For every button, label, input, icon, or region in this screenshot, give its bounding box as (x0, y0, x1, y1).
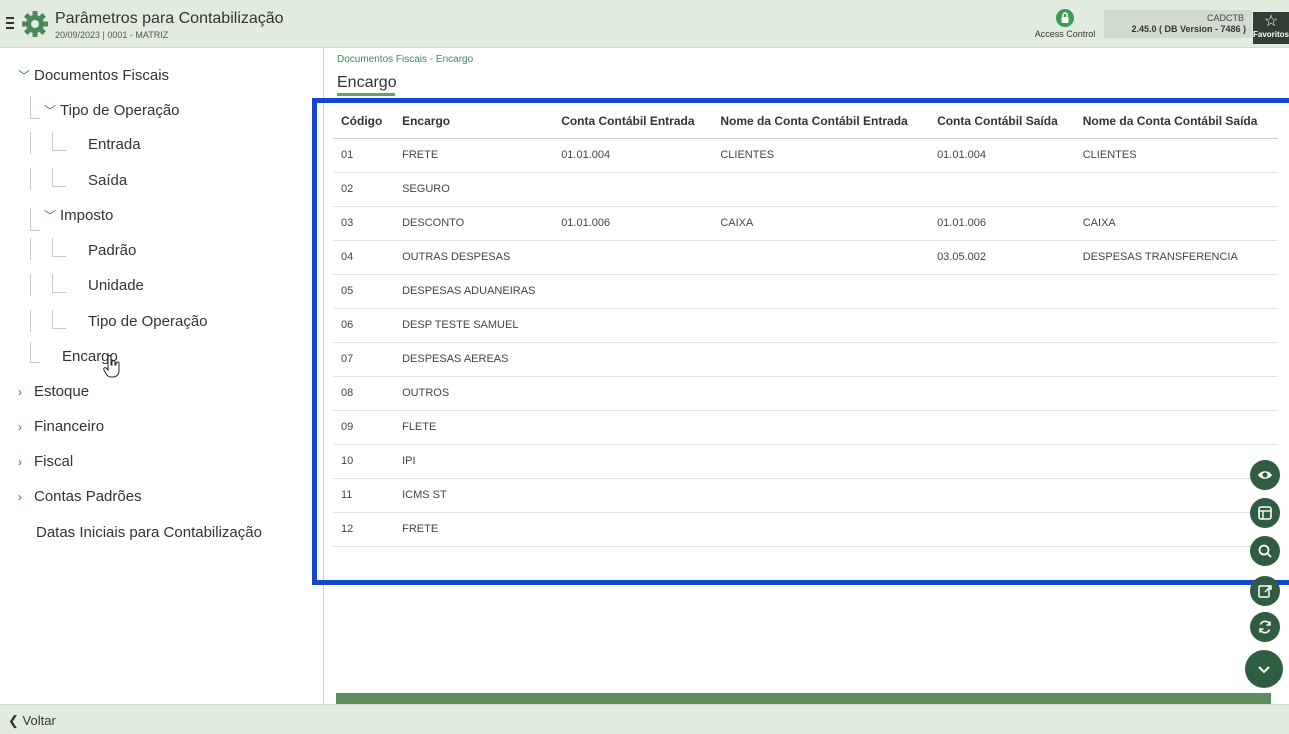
program-code: CADCTB (1206, 13, 1244, 23)
header-bar: Parâmetros para Contabilização 20/09/202… (0, 0, 1289, 48)
chevron-down-icon: ﹀ (44, 104, 57, 118)
tree-guide (30, 342, 31, 362)
back-button[interactable]: ❮ Voltar (8, 713, 56, 729)
favorites-button[interactable]: ☆ Favoritos (1253, 12, 1289, 44)
tree-item-label: Contas Padrões (34, 488, 142, 505)
chevron-right-icon: › (18, 490, 22, 504)
tree-item-label: Padrão (88, 242, 137, 259)
access-control-label: Access Control (1034, 29, 1096, 39)
tree-guide (52, 274, 53, 292)
layout-button[interactable] (1250, 498, 1280, 528)
search-button[interactable] (1250, 536, 1280, 566)
footer-bar: ❮ Voltar (0, 704, 1289, 734)
tree-item-label: Documentos Fiscais (34, 67, 170, 84)
tree-item-label: Entrada (88, 136, 141, 153)
tree-guide (52, 256, 66, 257)
tree-item-tipo-de-operacao-imposto[interactable]: Tipo de Operação (88, 311, 208, 333)
lock-icon (1056, 9, 1074, 27)
tree-guide (30, 132, 31, 154)
access-control-button[interactable]: Access Control (1030, 9, 1100, 45)
tree-item-label: Imposto (60, 207, 114, 224)
export-button[interactable] (1250, 576, 1280, 606)
search-icon (1258, 544, 1272, 558)
chevron-down-icon (1258, 666, 1270, 674)
tree-guide (30, 310, 31, 332)
sidebar-tree: ﹀ Documentos Fiscais ﹀ Tipo de Operação En… (0, 48, 324, 704)
tree-guide (52, 186, 66, 187)
version-badge: CADCTB 2.45.0 ( DB Version - 7486 ) (1104, 10, 1252, 38)
tree-guide (30, 118, 40, 119)
tree-item-saida[interactable]: Saída (88, 170, 127, 192)
tree-item-label: Unidade (88, 277, 144, 294)
refresh-button[interactable] (1250, 612, 1280, 642)
version-text: 2.45.0 ( DB Version - 7486 ) (1131, 24, 1246, 34)
tree-item-imposto[interactable]: ﹀ Imposto (44, 205, 113, 227)
chevron-left-icon: ❮ (8, 713, 19, 728)
tree-item-label: Tipo de Operação (88, 313, 208, 330)
tree-item-datas-iniciais[interactable]: Datas Iniciais para Contabilização (36, 522, 262, 544)
tree-guide (30, 208, 31, 230)
app-window: Parâmetros para Contabilização 20/09/202… (0, 0, 1289, 734)
expand-actions-button[interactable] (1245, 650, 1283, 688)
app-title: Parâmetros para Contabilização (55, 10, 284, 27)
tree-item-financeiro[interactable]: › Financeiro (18, 416, 104, 438)
refresh-icon (1259, 620, 1271, 634)
chevron-down-icon: ﹀ (18, 69, 31, 83)
tree-guide (30, 274, 31, 296)
chevron-right-icon: › (18, 455, 22, 469)
page-title: Encargo (337, 74, 397, 91)
star-icon: ☆ (1263, 13, 1279, 30)
breadcrumb[interactable]: Documentos Fiscais - Encargo (337, 54, 473, 65)
tree-item-tipo-de-operacao[interactable]: ﹀ Tipo de Operação (44, 100, 180, 122)
tree-item-entrada[interactable]: Entrada (88, 134, 141, 156)
chevron-down-icon: ﹀ (44, 209, 57, 223)
tree-guide (30, 96, 31, 118)
tree-item-padrao[interactable]: Padrão (88, 240, 136, 262)
tree-guide (52, 310, 53, 328)
tree-guide (30, 362, 40, 363)
tree-guide (52, 168, 53, 186)
menu-icon[interactable] (6, 17, 14, 29)
tree-guide (30, 168, 31, 190)
tree-item-contas-padroes[interactable]: › Contas Padrões (18, 486, 142, 508)
tree-guide (30, 230, 40, 231)
tree-guide (52, 328, 66, 329)
tree-item-estoque[interactable]: › Estoque (18, 381, 89, 403)
chevron-right-icon: › (18, 420, 22, 434)
export-icon (1258, 585, 1272, 598)
tree-guide (52, 292, 66, 293)
tree-guide (52, 150, 66, 151)
tree-item-documentos-fiscais[interactable]: ﹀ Documentos Fiscais (18, 65, 169, 87)
tree-guide (52, 132, 53, 150)
tree-guide (52, 238, 53, 256)
tree-item-unidade[interactable]: Unidade (88, 275, 144, 297)
tree-item-label: Datas Iniciais para Contabilização (36, 524, 262, 541)
tree-item-label: Financeiro (34, 418, 105, 435)
tree-item-label: Estoque (34, 383, 90, 400)
view-button[interactable] (1250, 460, 1280, 490)
back-label: Voltar (22, 713, 56, 728)
title-underline (337, 93, 395, 96)
hand-cursor-icon (103, 355, 120, 378)
tree-item-label: Saída (88, 172, 128, 189)
highlight-frame (312, 98, 1289, 585)
gear-icon (20, 9, 50, 39)
tree-guide (30, 238, 31, 260)
tree-item-label: Fiscal (34, 453, 74, 470)
tree-item-label: Tipo de Operação (60, 102, 180, 119)
favorites-label: Favoritos (1253, 30, 1289, 39)
chevron-right-icon: › (18, 385, 22, 399)
layout-icon (1258, 506, 1272, 520)
eye-icon (1258, 471, 1272, 479)
tree-item-fiscal[interactable]: › Fiscal (18, 451, 73, 473)
app-subtitle: 20/09/2023 | 0001 - MATRIZ (55, 30, 169, 40)
